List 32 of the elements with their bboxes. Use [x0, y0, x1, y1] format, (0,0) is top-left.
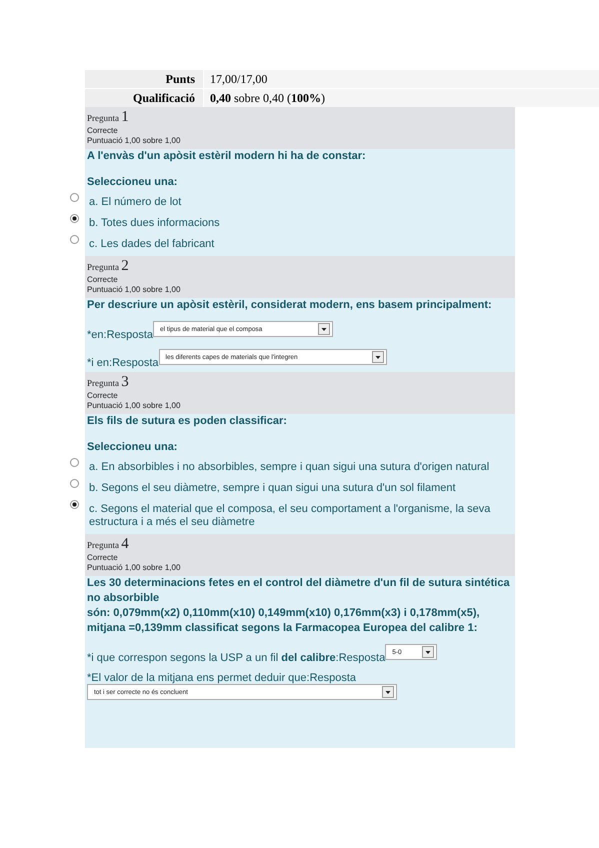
- option-label: c. Les dades del fabricant: [89, 237, 214, 251]
- question-title: Pregunta 2: [87, 258, 130, 275]
- question-text: Per descriure un apòsit estèril, considerat modern, ens basem principalment:: [87, 298, 493, 313]
- prompt-text: Seleccioneu una:: [87, 176, 178, 188]
- question-state: Correcte: [87, 275, 119, 285]
- question-text: són: 0,079mm(x2) 0,110mm(x10) 0,149mm(x10) 0,176mm(x3) i 0,178mm(x5), mitjana =0,139mm classificat segons la Farmacopea Europea del calibre 1:: [87, 606, 481, 636]
- summary-label: Punts: [85, 70, 203, 88]
- option-label: b. Segons el seu diàmetre, sempre i quan sigui una sutura d'un sol filament: [89, 481, 456, 495]
- question-title: Pregunta 1: [87, 109, 130, 126]
- question-text: Els fils de sutura es poden classificar:: [87, 414, 288, 429]
- question-score: Puntuació 1,00 sobre 1,00: [87, 563, 182, 573]
- question-score: Puntuació 1,00 sobre 1,00: [87, 285, 182, 295]
- option-label: b. Totes dues informacions: [89, 216, 220, 230]
- option-label: a. El número de lot: [89, 195, 182, 209]
- field-label: *i que correspon segons la USP a un fil del calibre:Resposta: [87, 652, 386, 664]
- question-title: Pregunta 4: [87, 536, 130, 553]
- option-label: a. En absorbibles i no absorbibles, sempre i quan sigui una sutura d'origen natural: [89, 460, 490, 474]
- field-label: *en:Resposta: [87, 329, 154, 341]
- question-title: Pregunta 3: [87, 374, 130, 391]
- option-label: c. Segons el material que el composa, el seu comportament a l'organisme, la seva estructura i a més el seu diàmetre: [89, 502, 492, 529]
- summary-value: 0,40 sobre 0,40 (100%): [204, 89, 599, 107]
- summary-value: 17,00/17,00: [204, 70, 599, 88]
- prompt-text: Seleccioneu una:: [87, 441, 178, 453]
- question-state: Correcte: [87, 391, 119, 401]
- question-score: Puntuació 1,00 sobre 1,00: [87, 401, 182, 411]
- field-label: *El valor de la mitjana ens permet deduir que:Resposta: [87, 672, 356, 684]
- question-score: Puntuació 1,00 sobre 1,00: [87, 136, 182, 146]
- summary-label: Qualificació: [85, 89, 203, 107]
- field-label: *i en:Resposta: [87, 357, 159, 369]
- question-text: A l'envàs d'un apòsit estèril modern hi ha de constar:: [87, 149, 367, 164]
- question-state: Correcte: [87, 126, 119, 136]
- question-state: Correcte: [87, 553, 119, 563]
